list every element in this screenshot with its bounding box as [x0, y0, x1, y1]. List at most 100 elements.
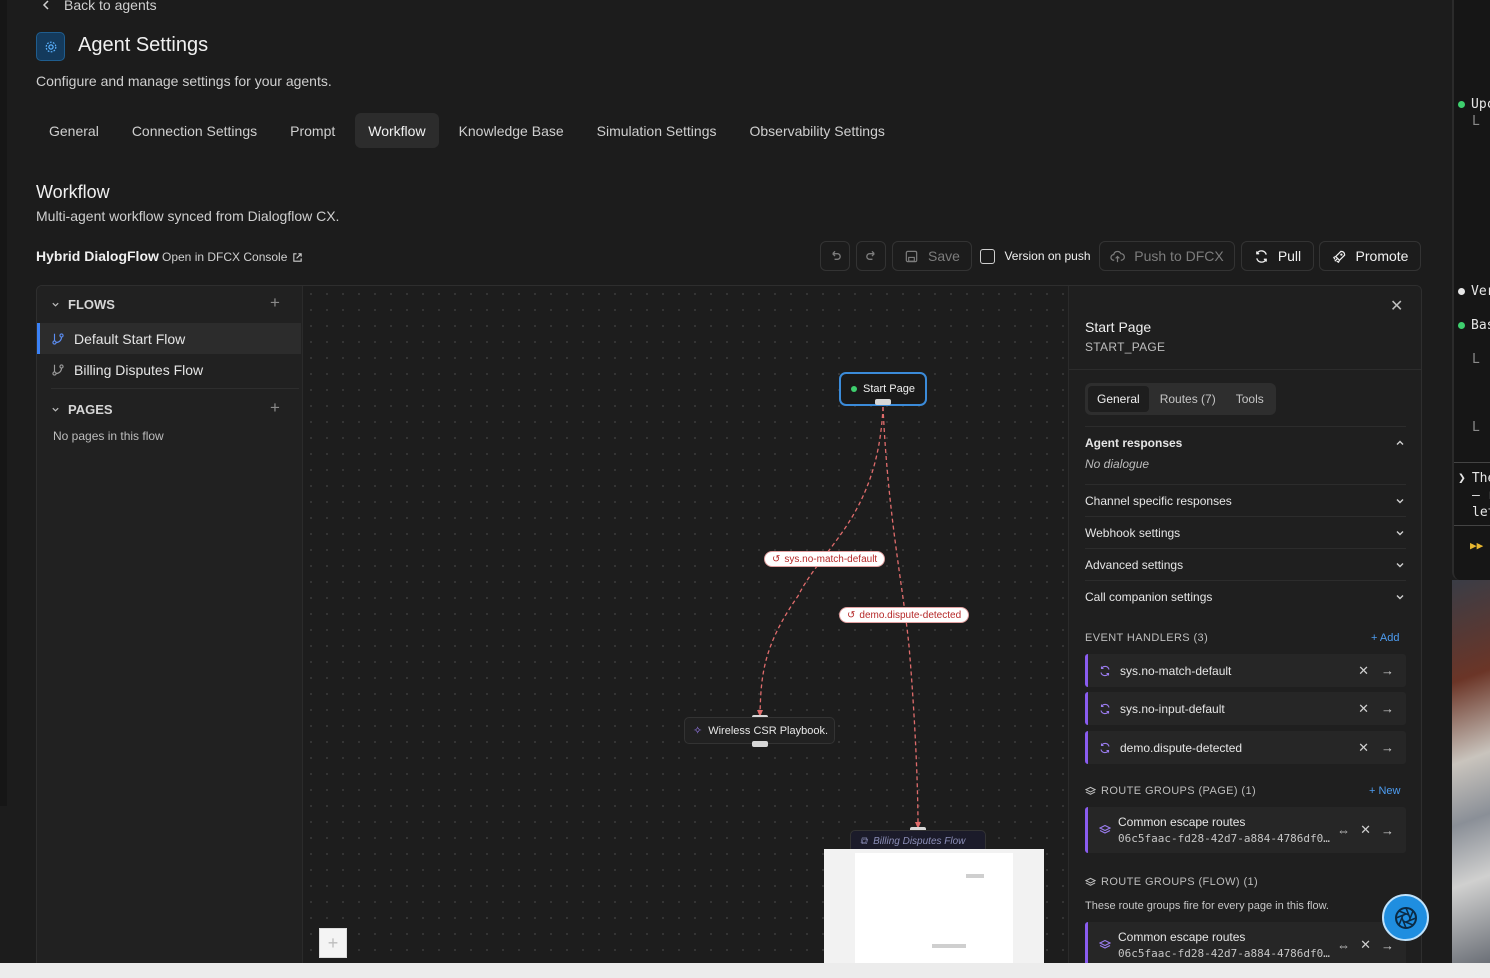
- inspector-subtitle: START_PAGE: [1085, 340, 1166, 354]
- back-label: Back to agents: [64, 0, 157, 13]
- arrow-right-icon[interactable]: →: [1381, 663, 1394, 678]
- add-event-handler-button[interactable]: + Add: [1371, 632, 1399, 644]
- assistant-launcher-button[interactable]: [1382, 894, 1429, 941]
- channel-specific-responses-section[interactable]: Channel specific responses: [1085, 484, 1406, 516]
- promote-button[interactable]: Promote: [1319, 241, 1421, 271]
- route-groups-flow-label: ROUTE GROUPS (FLOW) (1): [1101, 876, 1259, 888]
- terminal-line: Upc: [1458, 97, 1490, 112]
- node-handle-bottom[interactable]: [752, 741, 768, 747]
- terminal-text: let: [1472, 505, 1490, 520]
- tab-knowledge-base[interactable]: Knowledge Base: [446, 113, 577, 148]
- edge-label-no-match[interactable]: ↺ sys.no-match-default: [764, 551, 886, 567]
- status-dot: [851, 386, 857, 392]
- fast-forward-icon: ▶▶: [1470, 539, 1484, 552]
- layers-icon: [1099, 939, 1111, 949]
- desktop-background-image: [1452, 580, 1490, 978]
- node-handle-bottom[interactable]: [875, 399, 891, 405]
- workflow-name: Hybrid DialogFlow: [36, 248, 159, 264]
- save-button[interactable]: Save: [892, 241, 972, 271]
- undo-button[interactable]: [820, 241, 850, 271]
- event-handler-row[interactable]: demo.dispute-detected ✕ →: [1085, 731, 1406, 764]
- external-link-icon: [293, 252, 303, 262]
- remove-icon[interactable]: ✕: [1358, 740, 1369, 756]
- terminal-tree-line: L: [1472, 420, 1480, 435]
- playbook-node[interactable]: ✧ Wireless CSR Playbook.: [684, 717, 835, 744]
- sidebar-item-billing-disputes-flow[interactable]: Billing Disputes Flow: [37, 354, 301, 385]
- side-terminal-window[interactable]: Upc L Ver Bas L L ❯ The – r let ▶▶: [1452, 0, 1490, 580]
- new-route-group-button[interactable]: + New: [1369, 785, 1401, 797]
- redo-button[interactable]: [856, 241, 886, 271]
- unlink-icon[interactable]: ⇔: [1337, 938, 1350, 953]
- git-branch-icon: [52, 363, 64, 376]
- route-group-row[interactable]: Common escape routes 06c5faac-fd28-42d7-…: [1085, 922, 1406, 968]
- cloud-upload-icon: [1110, 250, 1126, 262]
- rocket-icon: [1332, 250, 1345, 263]
- remove-icon[interactable]: ✕: [1360, 822, 1371, 838]
- tab-observability-settings[interactable]: Observability Settings: [736, 113, 897, 148]
- status-dot: [1458, 322, 1465, 329]
- route-group-name: Common escape routes: [1118, 815, 1246, 829]
- tab-routes[interactable]: Routes (7): [1151, 386, 1225, 412]
- terminal-line: ❯ The: [1458, 471, 1490, 486]
- push-to-dfcx-button[interactable]: Push to DFCX: [1099, 241, 1235, 271]
- unlink-icon[interactable]: ⇔: [1337, 823, 1350, 838]
- route-group-name: Common escape routes: [1118, 930, 1246, 944]
- arrow-right-icon[interactable]: →: [1381, 701, 1394, 716]
- workflow-editor: FLOWS + Default Start Flow Billing Dispu…: [36, 285, 1422, 975]
- minimap-node: [932, 944, 966, 948]
- back-to-agents-link[interactable]: Back to agents: [40, 0, 157, 13]
- edge-label-dispute[interactable]: ↺ demo.dispute-detected: [839, 607, 970, 623]
- tab-prompt[interactable]: Prompt: [277, 113, 348, 148]
- agent-responses-label: Agent responses: [1085, 435, 1183, 450]
- flow-label: Default Start Flow: [74, 330, 186, 347]
- add-page-button[interactable]: +: [270, 398, 280, 418]
- close-icon[interactable]: ✕: [1390, 296, 1403, 316]
- event-handler-row[interactable]: sys.no-input-default ✕ →: [1085, 692, 1406, 725]
- call-companion-settings-section[interactable]: Call companion settings: [1085, 580, 1406, 612]
- git-branch-icon: [52, 332, 64, 345]
- tab-workflow[interactable]: Workflow: [355, 113, 439, 148]
- event-handler-label: demo.dispute-detected: [1120, 740, 1243, 755]
- sidebar-item-default-start-flow[interactable]: Default Start Flow: [37, 323, 301, 354]
- add-flow-button[interactable]: +: [270, 293, 280, 313]
- canvas-minimap[interactable]: [824, 849, 1044, 974]
- event-handler-row[interactable]: sys.no-match-default ✕ →: [1085, 654, 1406, 687]
- tab-simulation-settings[interactable]: Simulation Settings: [584, 113, 730, 148]
- tab-tools[interactable]: Tools: [1227, 386, 1273, 412]
- tab-connection-settings[interactable]: Connection Settings: [119, 113, 270, 148]
- terminal-text: Bas: [1471, 318, 1490, 333]
- tab-general[interactable]: General: [36, 113, 112, 148]
- page-inspector: ✕ Start Page START_PAGE General Routes (…: [1068, 286, 1421, 974]
- version-on-push-checkbox[interactable]: [980, 248, 996, 264]
- arrow-right-icon[interactable]: →: [1381, 938, 1394, 953]
- pages-section-header[interactable]: PAGES: [51, 402, 113, 417]
- terminal-line: Ver: [1458, 284, 1490, 299]
- route-group-id: 06c5faac-fd28-42d7-a884-4786df0…: [1118, 947, 1330, 960]
- terminal-tree-line: L: [1472, 114, 1480, 129]
- agent-responses-section[interactable]: Agent responses: [1085, 426, 1406, 458]
- zoom-in-button[interactable]: +: [319, 928, 347, 958]
- status-dot: [1458, 101, 1465, 108]
- layers-icon: [1099, 824, 1111, 834]
- workflow-canvas[interactable]: Start Page ↺ sys.no-match-default ↺ demo…: [303, 286, 1068, 974]
- remove-icon[interactable]: ✕: [1360, 937, 1371, 953]
- pull-button[interactable]: Pull: [1241, 241, 1314, 271]
- minimap-viewport: [855, 853, 1013, 974]
- open-in-dfcx-link[interactable]: Open in DFCX Console: [162, 250, 303, 264]
- remove-icon[interactable]: ✕: [1358, 663, 1369, 679]
- version-on-push-label: Version on push: [1004, 249, 1091, 263]
- route-group-row[interactable]: Common escape routes 06c5faac-fd28-42d7-…: [1085, 807, 1406, 853]
- webhook-settings-section[interactable]: Webhook settings: [1085, 516, 1406, 548]
- redo-icon: [865, 250, 875, 260]
- remove-icon[interactable]: ✕: [1358, 701, 1369, 717]
- arrow-right-icon[interactable]: →: [1381, 823, 1394, 838]
- tab-general[interactable]: General: [1088, 386, 1149, 412]
- chevron-right-icon: ❯: [1458, 471, 1466, 486]
- section-subtitle: Multi-agent workflow synced from Dialogf…: [36, 208, 340, 224]
- promote-label: Promote: [1355, 248, 1409, 264]
- advanced-settings-section[interactable]: Advanced settings: [1085, 548, 1406, 580]
- arrow-right-icon[interactable]: →: [1381, 740, 1394, 755]
- route-groups-page-header: ROUTE GROUPS (PAGE) (1): [1085, 785, 1256, 797]
- version-on-push-toggle[interactable]: Version on push: [977, 241, 1094, 271]
- flows-section-header[interactable]: FLOWS: [51, 297, 115, 312]
